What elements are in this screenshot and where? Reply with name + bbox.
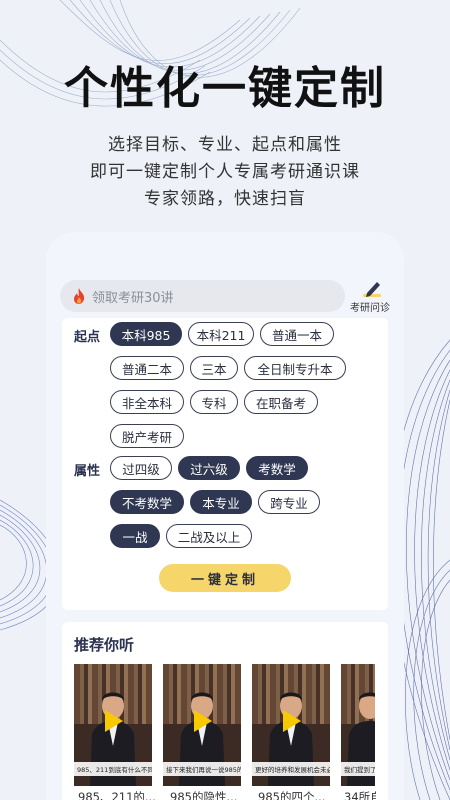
- chip-attr-cet6[interactable]: 过六级: [178, 456, 240, 480]
- chip-start-tier3[interactable]: 三本: [190, 356, 238, 380]
- chip-start-upgrade[interactable]: 全日制专升本: [244, 356, 346, 380]
- chip-attr-cet4[interactable]: 过四级: [110, 456, 172, 480]
- consult-button[interactable]: 考研问诊: [350, 280, 394, 314]
- chip-attr-samemajor[interactable]: 本专业: [190, 490, 252, 514]
- video-card[interactable]: 接下来我们再说一说985的隐性优势: [163, 664, 241, 786]
- chip-start-college[interactable]: 专科: [190, 390, 238, 414]
- chip-attr-firsttry[interactable]: 一战: [110, 524, 160, 548]
- video-title[interactable]: 985、211的...: [78, 789, 156, 800]
- chip-start-onjob[interactable]: 在职备考: [244, 390, 318, 414]
- headline: 个性化一键定制: [64, 63, 386, 114]
- chip-attr-secondtry[interactable]: 二战及以上: [166, 524, 252, 548]
- chip-start-211[interactable]: 本科211: [188, 322, 254, 346]
- search-bar[interactable]: 领取考研30讲: [60, 280, 345, 312]
- chip-start-tier2[interactable]: 普通二本: [110, 356, 184, 380]
- chip-start-parttime[interactable]: 非全本科: [110, 390, 184, 414]
- attribute-label: 属性: [74, 464, 101, 479]
- pen-icon: [363, 282, 381, 297]
- video-caption: 985、211到底有什么不同: [74, 762, 152, 776]
- play-icon[interactable]: [283, 710, 301, 732]
- recommend-title: 推荐你听: [74, 636, 135, 654]
- chip-attr-crossmajor[interactable]: 跨专业: [258, 490, 320, 514]
- chip-start-985[interactable]: 本科985: [110, 322, 182, 346]
- chip-attr-math[interactable]: 考数学: [246, 456, 308, 480]
- consult-label: 考研问诊: [350, 303, 390, 314]
- subtitle-line-2: 即可一键定制个人专属考研通识课: [90, 162, 360, 182]
- chip-start-fulltime[interactable]: 脱产考研: [110, 424, 184, 448]
- customize-button[interactable]: 一键定制: [159, 564, 291, 592]
- search-placeholder: 领取考研30讲: [92, 290, 174, 306]
- video-card[interactable]: 更好的培养和发展机会未必会能到: [252, 664, 330, 786]
- chip-start-tier1[interactable]: 普通一本: [260, 322, 334, 346]
- video-caption: 更好的培养和发展机会未必会能到: [252, 762, 330, 776]
- play-icon[interactable]: [105, 710, 123, 732]
- subtitle-line-3: 专家领路，快速扫盲: [144, 189, 306, 209]
- video-title[interactable]: 985的四个...: [258, 789, 325, 800]
- video-title[interactable]: 34所自...: [344, 789, 376, 800]
- video-title[interactable]: 985的隐性...: [170, 789, 237, 800]
- flame-icon: [74, 288, 85, 304]
- subtitle-line-1: 选择目标、专业、起点和属性: [108, 135, 342, 155]
- video-caption: 接下来我们再说一说985的隐性优势: [163, 762, 241, 776]
- video-card[interactable]: 我们提到了34: [341, 664, 375, 786]
- video-caption: 我们提到了34: [341, 762, 375, 776]
- video-card[interactable]: 985、211到底有什么不同: [74, 664, 152, 786]
- chip-attr-nomath[interactable]: 不考数学: [110, 490, 184, 514]
- start-label: 起点: [74, 330, 101, 345]
- play-icon[interactable]: [194, 710, 212, 732]
